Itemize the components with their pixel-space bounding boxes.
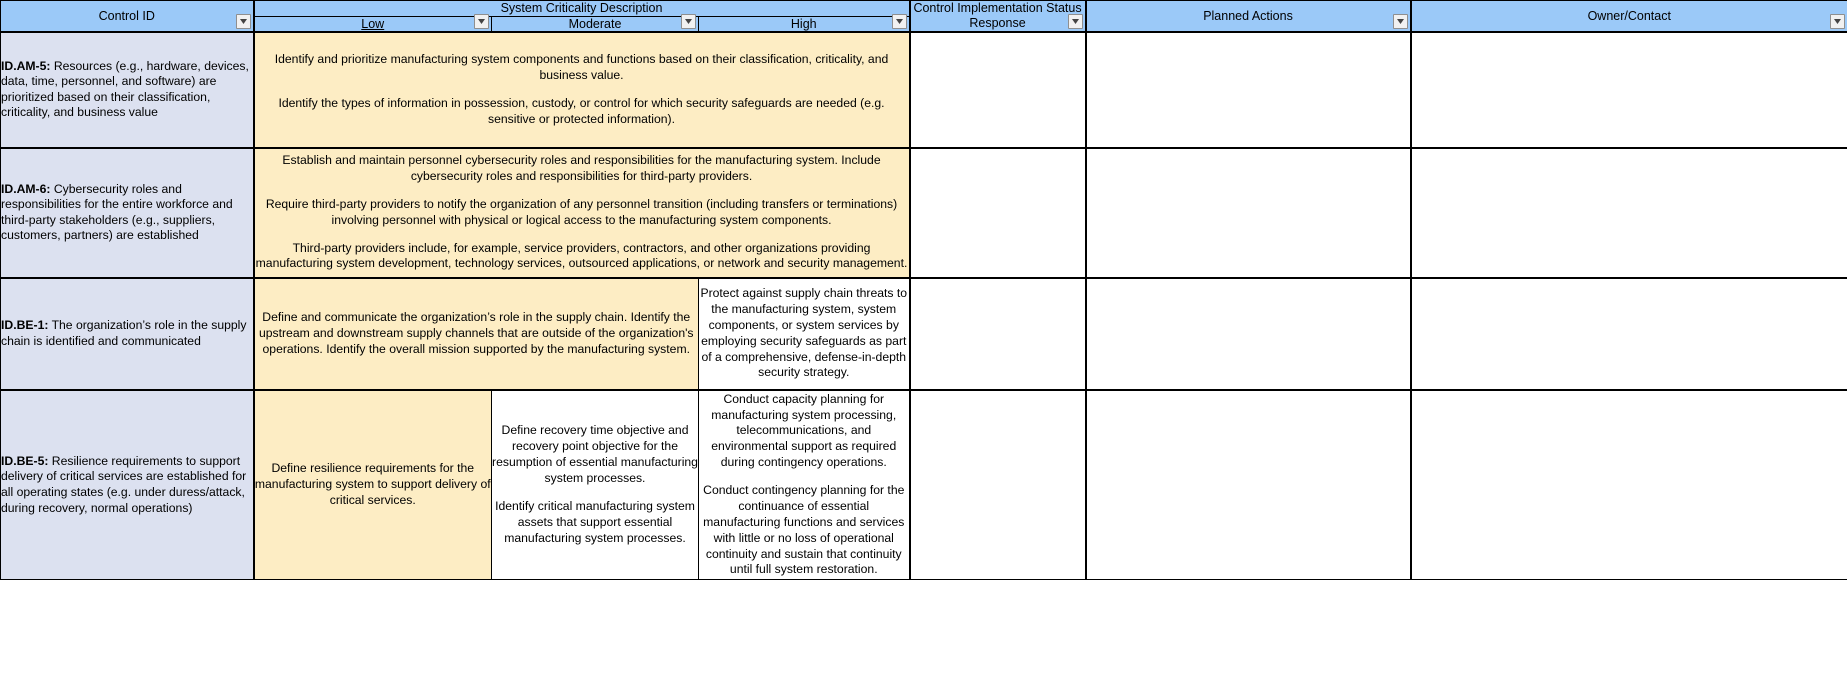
column-header-system-criticality-description: System Criticality Description — [252, 0, 911, 17]
description-paragraph: Identify the types of information in pos… — [278, 95, 885, 126]
cell-control-id: ID.AM-5: Resources (e.g., hardware, devi… — [0, 30, 255, 149]
description-paragraph: Third-party providers include, for examp… — [255, 240, 908, 271]
table-row: ID.BE-5: Resilience requirements to supp… — [0, 388, 1847, 581]
column-header-control-id[interactable]: Control ID — [0, 0, 255, 33]
column-header-control-id-label: Control ID — [98, 8, 155, 23]
cell-criticality-description-merged: Establish and maintain personnel cyberse… — [252, 146, 911, 279]
cell-owner-contact[interactable] — [1410, 276, 1847, 391]
description-paragraph: Conduct capacity planning for manufactur… — [711, 391, 897, 470]
cell-criticality-description-moderate: Define recovery time objective and recov… — [491, 388, 699, 581]
column-header-control-implementation-status-response[interactable]: Control Implementation Status Response — [909, 0, 1087, 33]
description-paragraph: Conduct contingency planning for the con… — [703, 483, 905, 577]
column-header-owner-contact[interactable]: Owner/Contact — [1410, 0, 1847, 33]
description-paragraph: Define resilience requirements for the m… — [254, 461, 491, 507]
column-header-low-label: Low — [361, 16, 385, 31]
spreadsheet-canvas: Control ID System Criticality Descriptio… — [0, 0, 1847, 700]
control-catalog-table: Control ID System Criticality Descriptio… — [0, 0, 1847, 581]
table-row: ID.BE-1: The organization’s role in the … — [0, 276, 1847, 391]
description-paragraph: Protect against supply chain threats to … — [700, 286, 908, 380]
cell-status-response[interactable] — [909, 30, 1087, 149]
column-header-moderate-label: Moderate — [568, 16, 622, 31]
filter-button-low[interactable] — [474, 13, 489, 29]
control-id-code: ID.BE-5: — [1, 453, 49, 468]
description-paragraph: Define recovery time objective and recov… — [492, 423, 698, 486]
cell-control-id: ID.BE-5: Resilience requirements to supp… — [0, 388, 255, 581]
filter-button-planned-actions[interactable] — [1392, 13, 1408, 29]
table-row: ID.AM-6: Cybersecurity roles and respons… — [0, 146, 1847, 279]
cell-criticality-description-merged: Identify and prioritize manufacturing sy… — [252, 30, 911, 149]
cell-criticality-description-high: Conduct capacity planning for manufactur… — [697, 388, 911, 581]
cell-planned-actions[interactable] — [1085, 30, 1412, 149]
cell-planned-actions[interactable] — [1085, 388, 1412, 581]
control-id-code: ID.AM-6: — [1, 181, 51, 196]
column-header-system-criticality-description-label: System Criticality Description — [500, 1, 663, 15]
column-header-control-implementation-status-response-label: Control Implementation Status Response — [913, 1, 1082, 30]
cell-owner-contact[interactable] — [1410, 388, 1847, 581]
column-header-planned-actions[interactable]: Planned Actions — [1085, 0, 1412, 33]
filter-button-status-response[interactable] — [1067, 13, 1083, 29]
filter-button-owner-contact[interactable] — [1830, 13, 1846, 29]
header-row-top: Control ID System Criticality Descriptio… — [0, 0, 1847, 33]
cell-status-response[interactable] — [909, 146, 1087, 279]
column-header-high[interactable]: High — [697, 13, 911, 33]
cell-owner-contact[interactable] — [1410, 146, 1847, 279]
cell-criticality-description-low-moderate: Define and communicate the organization’… — [253, 276, 699, 391]
description-paragraph: Establish and maintain personnel cyberse… — [282, 153, 881, 184]
control-id-code: ID.BE-1: — [1, 318, 49, 333]
cell-status-response[interactable] — [909, 388, 1087, 581]
column-header-planned-actions-label: Planned Actions — [1203, 8, 1293, 23]
column-header-owner-contact-label: Owner/Contact — [1587, 8, 1671, 23]
filter-button-moderate[interactable] — [681, 13, 696, 29]
column-header-high-label: High — [790, 16, 817, 31]
description-paragraph: Require third-party providers to notify … — [265, 196, 898, 227]
cell-control-id: ID.AM-6: Cybersecurity roles and respons… — [0, 146, 255, 279]
cell-control-id: ID.BE-1: The organization’s role in the … — [0, 276, 255, 391]
description-paragraph: Identify critical manufacturing system a… — [495, 498, 695, 545]
description-paragraph: Identify and prioritize manufacturing sy… — [274, 52, 889, 82]
control-id-code: ID.AM-5: — [1, 58, 51, 73]
cell-planned-actions[interactable] — [1085, 146, 1412, 279]
column-header-low[interactable]: Low — [253, 13, 492, 33]
cell-status-response[interactable] — [909, 276, 1087, 391]
cell-planned-actions[interactable] — [1085, 276, 1412, 391]
cell-owner-contact[interactable] — [1410, 30, 1847, 149]
filter-button-high[interactable] — [891, 13, 907, 29]
description-paragraph: Define and communicate the organization’… — [258, 309, 694, 356]
column-header-moderate[interactable]: Moderate — [491, 13, 699, 33]
cell-criticality-description-low: Define resilience requirements for the m… — [253, 388, 492, 581]
table-row: ID.AM-5: Resources (e.g., hardware, devi… — [0, 30, 1847, 149]
filter-button-control-id[interactable] — [235, 13, 251, 29]
cell-criticality-description-high: Protect against supply chain threats to … — [697, 276, 911, 391]
